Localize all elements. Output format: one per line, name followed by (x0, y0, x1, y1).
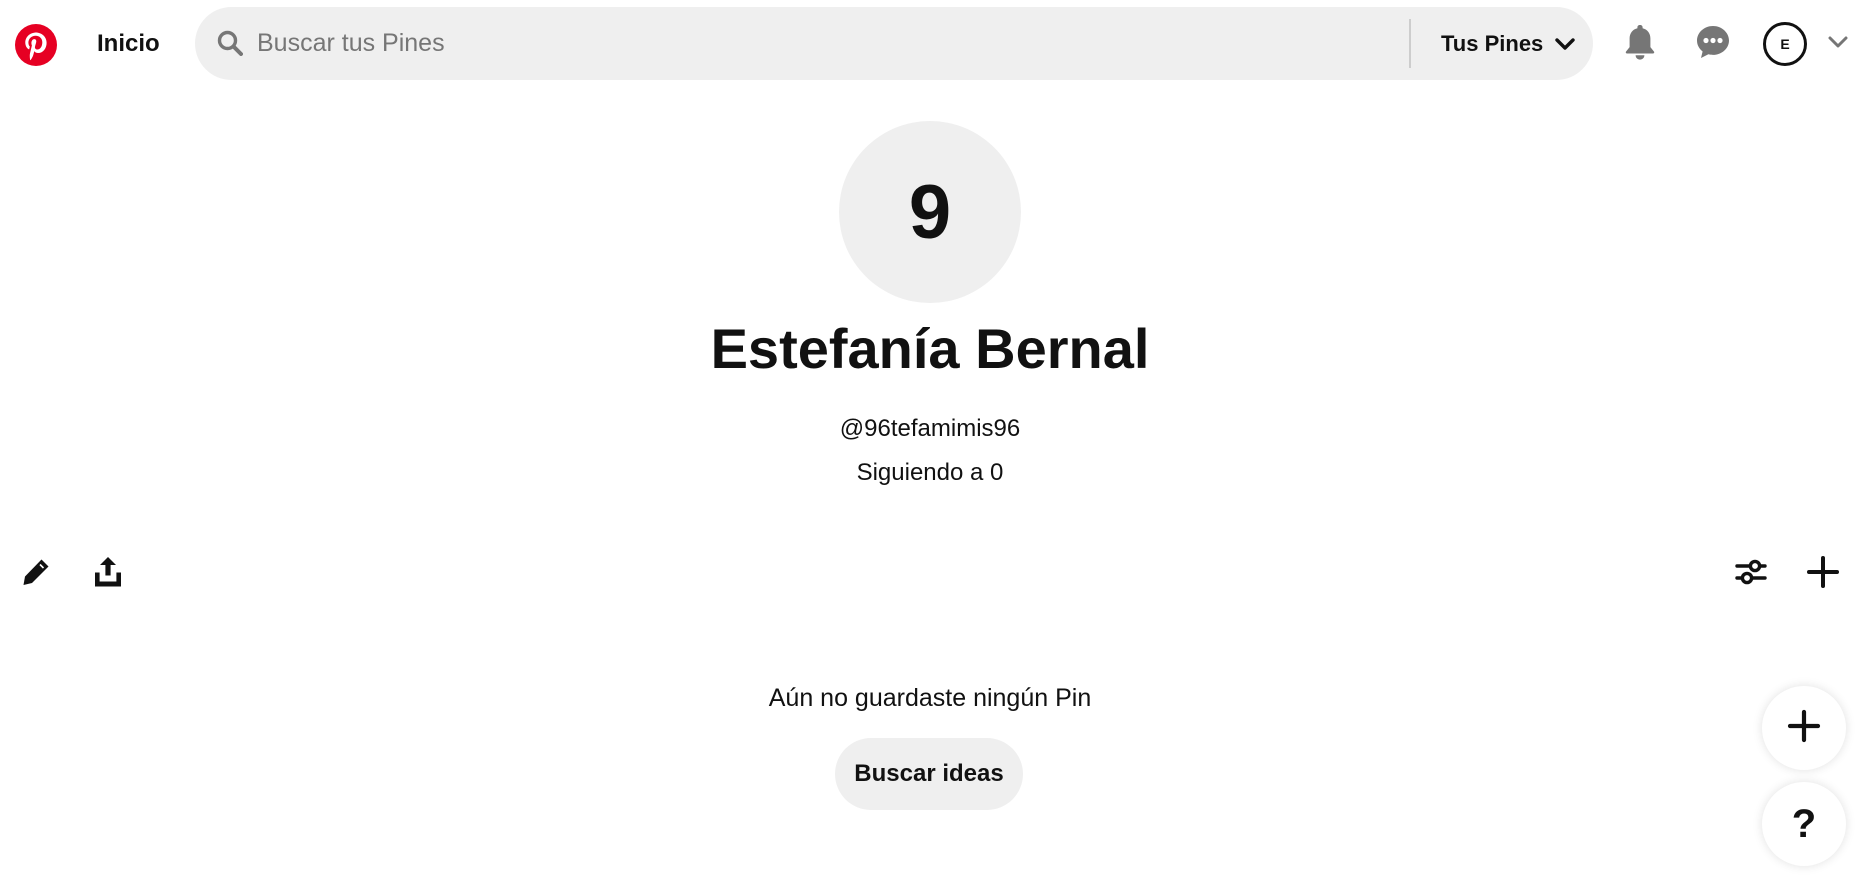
following-count-link[interactable]: Siguiendo a 0 (857, 459, 1004, 486)
search-icon (217, 30, 243, 56)
chevron-down-icon (1555, 31, 1575, 57)
floating-add-button[interactable] (1762, 686, 1846, 770)
top-header: Inicio Tus Pines (0, 0, 1868, 88)
account-avatar-button[interactable]: E (1757, 16, 1813, 72)
filter-button[interactable] (1725, 548, 1777, 600)
profile-avatar: 9 (839, 121, 1021, 303)
search-input[interactable] (255, 19, 1385, 67)
search-divider (1409, 19, 1411, 68)
bell-icon (1623, 23, 1657, 66)
plus-icon (1787, 709, 1821, 748)
search-scope-dropdown[interactable]: Tus Pines (1425, 19, 1591, 68)
messages-button[interactable] (1685, 16, 1741, 72)
help-button[interactable]: ? (1762, 782, 1846, 866)
nav-home-link[interactable]: Inicio (80, 20, 177, 68)
avatar: E (1763, 22, 1807, 66)
avatar-initial: E (1780, 36, 1790, 52)
plus-icon (1807, 555, 1839, 593)
find-ideas-label: Buscar ideas (854, 760, 1004, 787)
edit-profile-button[interactable] (10, 548, 62, 600)
help-icon: ? (1791, 801, 1817, 846)
find-ideas-button[interactable]: Buscar ideas (835, 738, 1023, 810)
share-profile-button[interactable] (82, 548, 134, 600)
notifications-button[interactable] (1612, 16, 1668, 72)
chevron-down-icon (1828, 35, 1848, 54)
profile-name: Estefanía Bernal (710, 317, 1150, 380)
messages-icon (1695, 24, 1731, 65)
search-scope-label: Tus Pines (1441, 30, 1544, 56)
filter-icon (1735, 557, 1767, 592)
edit-icon (21, 557, 51, 592)
profile-avatar-text: 9 (908, 169, 952, 255)
pinterest-logo-icon[interactable] (15, 24, 57, 66)
search-bar: Tus Pines (195, 7, 1593, 80)
nav-home-label: Inicio (97, 30, 160, 57)
empty-state-message: Aún no guardaste ningún Pin (768, 684, 1092, 712)
profile-following: Siguiendo a 0 (0, 459, 1860, 487)
create-button[interactable] (1797, 548, 1849, 600)
share-icon (93, 556, 123, 593)
account-menu-button[interactable] (1822, 28, 1854, 60)
profile-username: @96tefamimis96 (839, 415, 1021, 442)
